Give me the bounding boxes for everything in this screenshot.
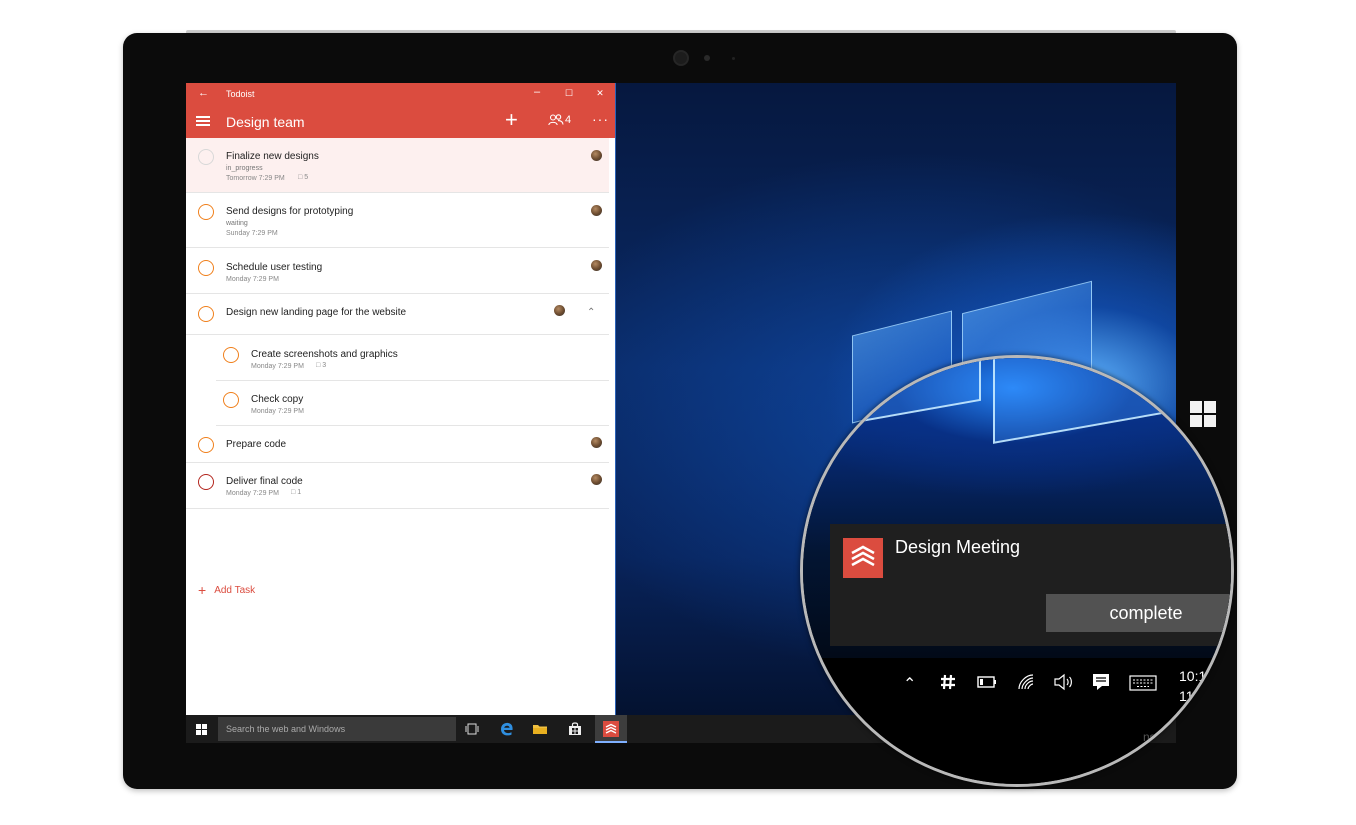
add-task-label: Add Task <box>214 584 256 596</box>
task-date: Monday 7:29 PM <box>226 276 279 283</box>
todoist-icon <box>603 721 619 737</box>
comment-count: 5 <box>304 174 309 181</box>
clock-date: 11/1 <box>1179 688 1206 704</box>
wallpaper-window-pane <box>993 358 1173 444</box>
todoist-window: ← Todoist – ☐ ✕ Design team + 4 ··· Fina… <box>186 83 616 715</box>
search-input[interactable]: Search the web and Windows <box>218 717 456 741</box>
task-view-icon[interactable] <box>464 721 480 737</box>
task-title: Create screenshots and graphics <box>251 349 398 360</box>
task-date: Monday 7:29 PM <box>251 363 304 370</box>
subtask-item[interactable]: Check copy Monday 7:29 PM <box>216 381 609 426</box>
project-title: Design team <box>226 114 305 130</box>
volume-icon[interactable] <box>1053 673 1073 691</box>
task-label: in_progress <box>226 165 263 172</box>
subtask-item[interactable]: Create screenshots and graphics Monday 7… <box>216 335 609 381</box>
members-button[interactable]: 4 <box>548 114 571 126</box>
more-icon[interactable]: ··· <box>592 111 609 127</box>
task-title: Check copy <box>251 394 304 405</box>
plus-icon[interactable]: + <box>505 108 518 132</box>
avatar <box>554 305 565 316</box>
members-count: 4 <box>565 114 572 126</box>
task-title: Finalize new designs <box>226 151 319 162</box>
comment-icon: □ <box>291 489 296 496</box>
minimize-button[interactable]: – <box>530 86 544 98</box>
task-item[interactable]: Prepare code <box>186 426 609 463</box>
magnified-callout: Design Meeting complete ⌃ 10:17 11/1 ns <box>800 355 1234 787</box>
task-item[interactable]: Design new landing page for the website … <box>186 294 609 335</box>
task-comments: □ 3 <box>316 362 326 369</box>
hamburger-icon[interactable] <box>196 116 210 126</box>
task-checkbox[interactable] <box>198 306 214 322</box>
task-comments: □ 5 <box>298 174 308 181</box>
task-title: Send designs for prototyping <box>226 206 354 217</box>
maximize-button[interactable]: ☐ <box>562 88 576 99</box>
windows-start-icon[interactable] <box>196 724 207 735</box>
clock-time: 10:17 <box>1179 668 1215 684</box>
task-checkbox[interactable] <box>223 392 239 408</box>
plus-icon: + <box>198 582 207 598</box>
back-icon[interactable]: ← <box>198 87 209 99</box>
file-explorer-icon[interactable] <box>532 721 548 737</box>
task-list: Finalize new designs in_progress Tomorro… <box>186 138 615 598</box>
camera-icon <box>673 50 689 66</box>
comment-count: 1 <box>297 489 302 496</box>
avatar <box>591 150 602 161</box>
avatar <box>591 205 602 216</box>
task-checkbox[interactable] <box>198 260 214 276</box>
slack-icon[interactable] <box>939 673 957 691</box>
project-header: Design team + 4 ··· <box>186 105 615 138</box>
wifi-icon[interactable] <box>1017 673 1035 691</box>
chevron-up-icon[interactable]: ⌃ <box>587 307 595 318</box>
task-checkbox[interactable] <box>198 474 214 490</box>
task-item[interactable]: Deliver final code Monday 7:29 PM □ 1 <box>186 463 609 509</box>
task-checkbox[interactable] <box>198 437 214 453</box>
avatar <box>591 437 602 448</box>
todoist-icon <box>843 538 883 578</box>
sensor <box>704 55 710 61</box>
store-icon[interactable] <box>567 721 583 737</box>
notification-title: Design Meeting <box>895 537 1021 557</box>
magnified-taskbar: ⌃ 10:17 11/1 ns <box>803 658 1231 784</box>
task-item[interactable]: Schedule user testing Monday 7:29 PM <box>186 248 609 294</box>
task-date: Monday 7:29 PM <box>226 490 279 497</box>
task-item[interactable]: Finalize new designs in_progress Tomorro… <box>186 138 609 193</box>
tray-chevron-icon[interactable]: ⌃ <box>903 674 916 694</box>
complete-button[interactable]: complete <box>1046 594 1231 632</box>
battery-icon[interactable] <box>977 675 997 689</box>
taskbar-partial-text: ns <box>1143 730 1156 744</box>
add-task-button[interactable]: + Add Task <box>198 582 255 598</box>
task-label: waiting <box>226 220 248 227</box>
task-title: Design new landing page for the website <box>226 307 407 318</box>
wallpaper-window-pane <box>831 358 981 428</box>
task-date: Sunday 7:29 PM <box>226 230 278 237</box>
system-clock[interactable]: 10:17 11/1 <box>1179 666 1214 706</box>
task-checkbox[interactable] <box>198 204 214 220</box>
task-comments: □ 1 <box>291 489 301 496</box>
task-title: Schedule user testing <box>226 262 323 273</box>
avatar <box>591 260 602 271</box>
action-center-icon[interactable] <box>1091 672 1111 692</box>
task-date: Monday 7:29 PM <box>251 408 304 415</box>
task-date: Tomorrow 7:29 PM <box>226 175 285 182</box>
people-icon <box>548 114 564 126</box>
task-checkbox[interactable] <box>198 149 214 165</box>
avatar <box>591 474 602 485</box>
window-title: Todoist <box>226 89 255 99</box>
title-bar: ← Todoist – ☐ ✕ <box>186 83 615 105</box>
task-checkbox[interactable] <box>223 347 239 363</box>
task-item[interactable]: Send designs for prototyping waiting Sun… <box>186 193 609 248</box>
sensor-small <box>732 57 735 60</box>
task-title: Prepare code <box>226 439 287 450</box>
comment-icon: □ <box>298 174 303 181</box>
close-button[interactable]: ✕ <box>593 88 607 99</box>
todoist-taskbar-button[interactable] <box>595 715 627 743</box>
toast-notification[interactable]: Design Meeting complete <box>830 524 1231 646</box>
task-title: Deliver final code <box>226 476 303 487</box>
keyboard-icon[interactable] <box>1129 675 1157 691</box>
stage: ← Todoist – ☐ ✕ Design team + 4 ··· Fina… <box>0 0 1356 825</box>
comment-count: 3 <box>322 362 327 369</box>
comment-icon: □ <box>316 362 321 369</box>
edge-icon[interactable] <box>499 721 515 737</box>
